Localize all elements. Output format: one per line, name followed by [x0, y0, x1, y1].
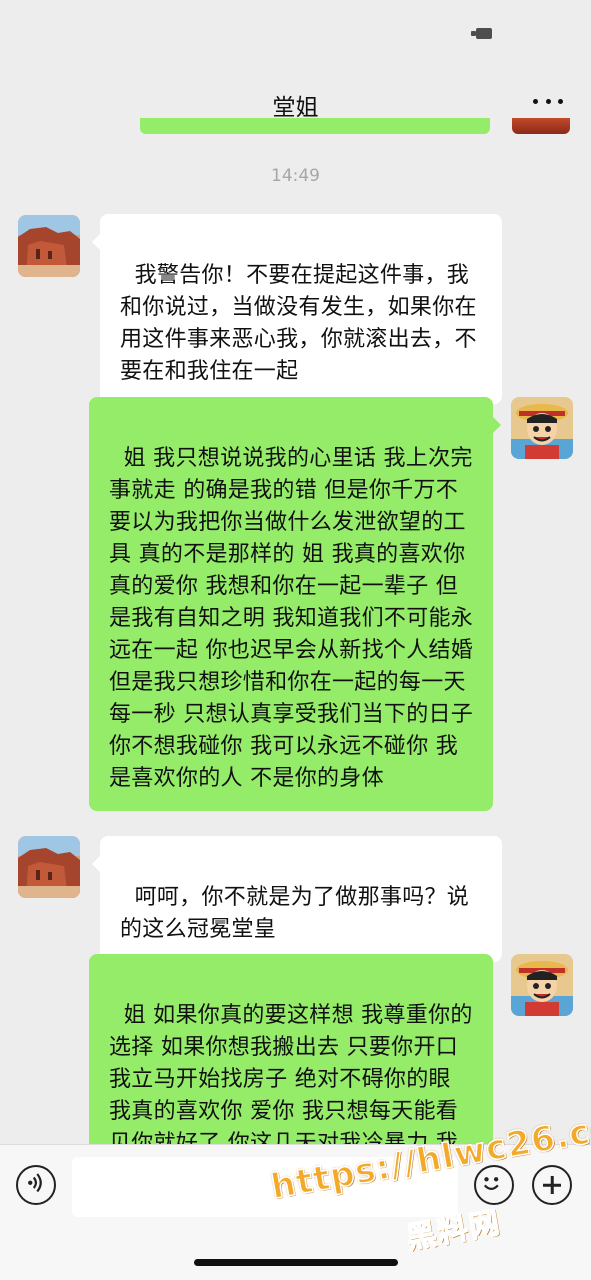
- message-text: 呵呵，你不就是为了做那事吗？说的这么冠冕堂皇: [120, 885, 470, 942]
- message-text: 姐 如果你真的要这样想 我尊重你的选择 如果你想我搬出去 只要你开口 我立马开始…: [109, 1003, 473, 1164]
- contact-avatar[interactable]: [18, 215, 80, 277]
- message-bubble[interactable]: 姐 如果你真的要这样想 我尊重你的选择 如果你想我搬出去 只要你开口 我立马开始…: [89, 954, 493, 1164]
- battery-icon: [471, 28, 492, 39]
- home-indicator[interactable]: [194, 1259, 398, 1266]
- cartoon-avatar-image: [511, 954, 573, 1016]
- contact-avatar[interactable]: [18, 836, 80, 898]
- message-bubble[interactable]: 我警告你！不要在提起这件事，我和你说过，当做没有发生，如果你在用这件事来恶心我，…: [92, 214, 502, 404]
- plus-icon[interactable]: [532, 1165, 572, 1205]
- previous-message-bubble: [140, 118, 490, 134]
- more-dots-icon[interactable]: [533, 88, 563, 114]
- cartoon-avatar-image: [511, 397, 573, 459]
- landscape-avatar-image: [18, 836, 80, 898]
- my-avatar[interactable]: [511, 954, 573, 1016]
- voice-icon[interactable]: [16, 1165, 56, 1205]
- message-bubble[interactable]: 呵呵，你不就是为了做那事吗？说的这么冠冕堂皇: [92, 836, 502, 962]
- message-text: 我警告你！不要在提起这件事，我和你说过，当做没有发生，如果你在用这件事来恶心我，…: [120, 263, 477, 384]
- previous-avatar[interactable]: [512, 118, 570, 134]
- message-timestamp: 14:49: [271, 166, 320, 186]
- chat-title: 堂姐: [272, 95, 319, 121]
- status-bar: [0, 0, 591, 60]
- landscape-avatar-image: [18, 215, 80, 277]
- message-text: 姐 我只想说说我的心里话 我上次完事就走 的确是我的错 但是你千万不要以为我把你…: [109, 446, 481, 791]
- message-bubble[interactable]: 姐 我只想说说我的心里话 我上次完事就走 的确是我的错 但是你千万不要以为我把你…: [89, 397, 501, 811]
- my-avatar[interactable]: [511, 397, 573, 459]
